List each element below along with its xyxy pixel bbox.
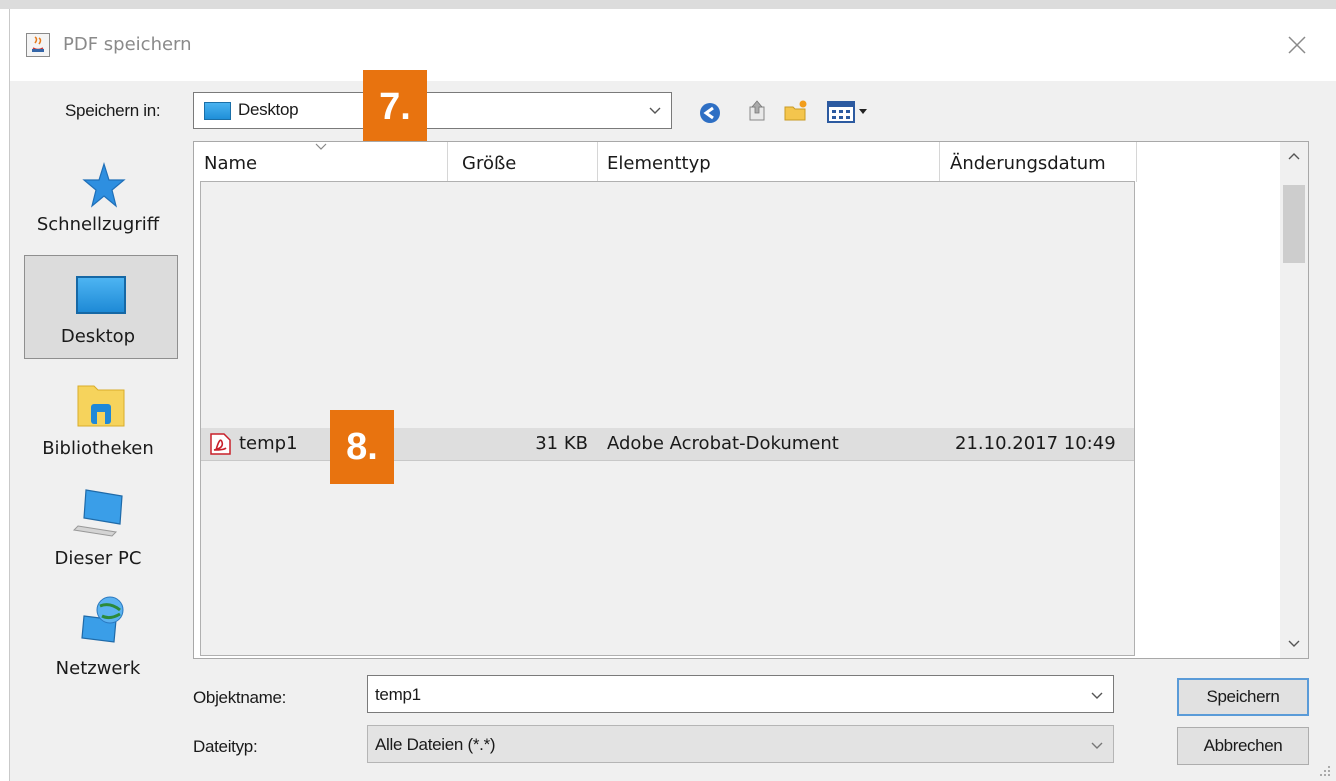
chevron-down-icon[interactable] [1090, 740, 1104, 750]
filename-value: temp1 [375, 685, 421, 704]
new-folder-icon[interactable] [783, 98, 809, 124]
computer-icon [72, 489, 123, 537]
scrollbar-thumb[interactable] [1283, 185, 1305, 263]
scroll-up-icon[interactable] [1287, 150, 1301, 162]
filename-input[interactable] [367, 675, 1114, 713]
column-header-size[interactable]: Größe [462, 147, 516, 181]
pdf-icon [210, 433, 231, 455]
scroll-down-icon[interactable] [1287, 638, 1301, 650]
background-strip [0, 0, 1336, 9]
sort-indicator-icon [315, 143, 327, 150]
column-divider[interactable] [1136, 142, 1137, 182]
place-quick-access[interactable]: Schnellzugriff [12, 214, 184, 235]
desktop-folder-icon [204, 102, 231, 120]
resize-grip-icon[interactable] [1318, 764, 1332, 778]
star-icon [82, 161, 126, 208]
filetype-label: Dateityp: [193, 737, 258, 756]
cancel-button[interactable]: Abbrechen [1177, 727, 1309, 765]
save-in-label: Speichern in: [65, 101, 161, 120]
view-menu-icon[interactable] [826, 99, 874, 125]
chevron-down-icon[interactable] [648, 105, 662, 115]
place-this-pc[interactable]: Dieser PC [12, 548, 184, 569]
column-header-type[interactable]: Elementtyp [607, 147, 711, 181]
place-libraries[interactable]: Bibliotheken [12, 438, 184, 459]
file-type: Adobe Acrobat-Dokument [607, 433, 839, 454]
up-folder-icon[interactable] [744, 97, 770, 123]
place-network[interactable]: Netzwerk [12, 658, 184, 679]
window-title: PDF speichern [63, 34, 192, 55]
file-date: 21.10.2017 10:49 [955, 433, 1116, 454]
file-size: 31 KB [535, 433, 588, 454]
save-button[interactable]: Speichern [1177, 678, 1309, 716]
network-icon [81, 596, 124, 643]
java-app-icon [26, 33, 50, 57]
column-divider[interactable] [939, 142, 940, 182]
column-header-name[interactable]: Name [204, 147, 257, 181]
step-7-badge: 7. [363, 70, 427, 144]
column-divider[interactable] [597, 142, 598, 182]
filetype-value: Alle Dateien (*.*) [375, 735, 496, 754]
column-divider[interactable] [447, 142, 448, 182]
title-bar [10, 9, 1336, 81]
filename-label: Objektname: [193, 688, 287, 707]
back-icon[interactable] [697, 100, 723, 126]
file-name: temp1 [239, 433, 298, 454]
save-in-value: Desktop [238, 100, 299, 119]
column-header-date[interactable]: Änderungsdatum [950, 147, 1106, 181]
close-icon[interactable] [1284, 32, 1310, 58]
chevron-down-icon[interactable] [1090, 690, 1104, 700]
place-desktop[interactable]: Desktop [12, 326, 184, 347]
library-icon [77, 385, 125, 427]
desktop-icon [76, 276, 126, 314]
step-8-badge: 8. [330, 410, 394, 484]
